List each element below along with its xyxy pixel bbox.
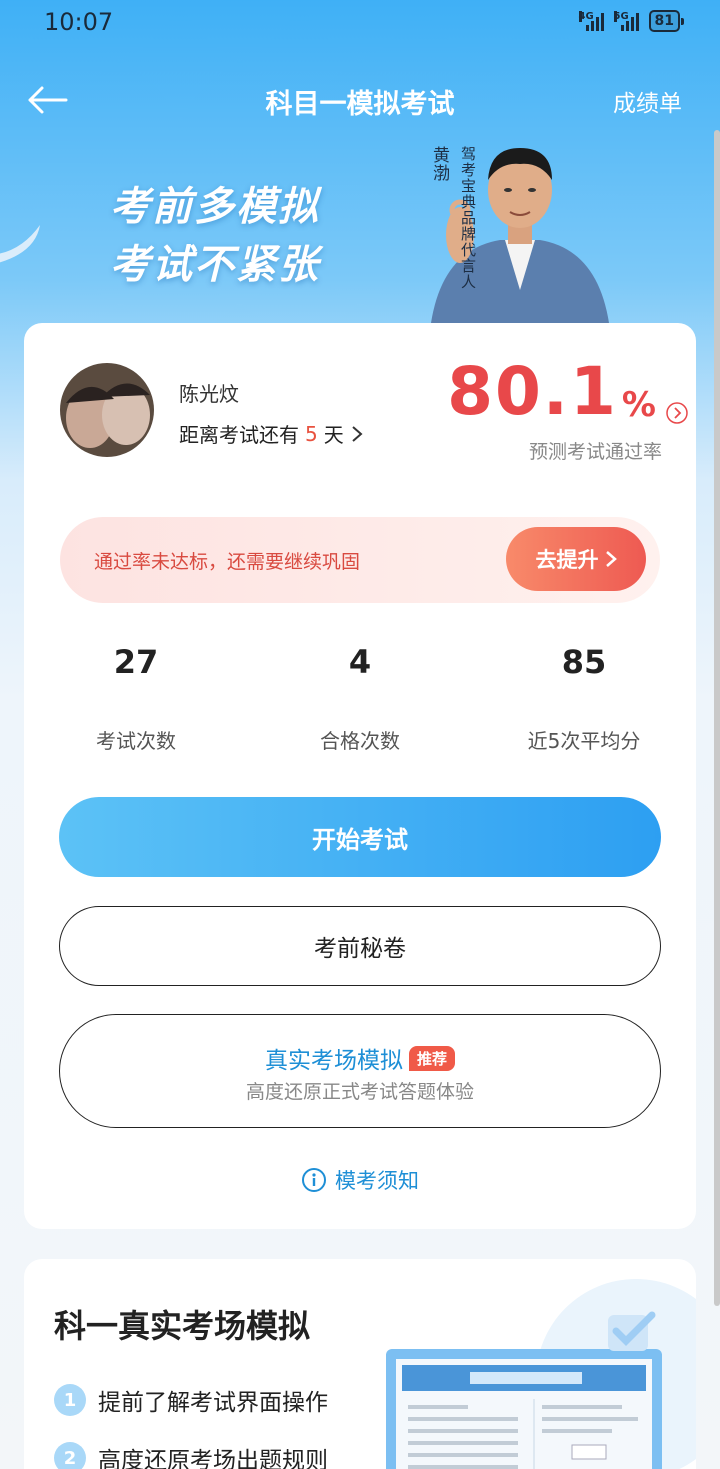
alert-text: 通过率未达标，还需要继续巩固	[94, 551, 361, 573]
exam-screen-illustration	[386, 1349, 662, 1469]
pass-rate[interactable]: 80.1 %	[447, 359, 656, 426]
real-exam-subtitle: 高度还原正式考试答题体验	[245, 1081, 474, 1103]
intro-item: 1 提前了解考试界面操作	[54, 1383, 328, 1417]
real-exam-intro-card: 科一真实考场模拟 1 提前了解考试界面操作 2 高度还原考场出题规则	[24, 1259, 696, 1469]
score-report-link[interactable]: 成绩单	[613, 84, 682, 118]
nav-bar: 科目一模拟考试 成绩单	[0, 70, 720, 130]
user-name: 陈光炆	[179, 382, 239, 406]
intro-item: 2 高度还原考场出题规则	[54, 1441, 328, 1469]
decoration-icon	[0, 225, 40, 263]
real-exam-simulation-button[interactable]: 真实考场模拟 推荐 高度还原正式考试答题体验	[59, 1014, 661, 1128]
back-button[interactable]	[26, 80, 70, 120]
stat-exam-count: 27 考试次数	[96, 643, 176, 753]
chevron-circle-icon[interactable]	[666, 402, 688, 424]
start-exam-button[interactable]: 开始考试	[59, 797, 661, 877]
pass-rate-label: 预测考试通过率	[528, 441, 662, 463]
signal-5g-icon: 5G	[613, 11, 639, 31]
page-title: 科目一模拟考试	[265, 89, 455, 120]
stat-pass-count: 4 合格次数	[320, 643, 400, 753]
exam-countdown[interactable]: 距离考试还有 5 天	[179, 419, 364, 448]
chevron-right-icon	[352, 425, 363, 442]
intro-title: 科一真实考场模拟	[54, 1307, 311, 1345]
endorser-label: 黄渤 驾考宝典品牌代言人	[429, 146, 477, 290]
pass-rate-alert: 通过率未达标，还需要继续巩固 去提升	[60, 517, 660, 603]
real-exam-title: 真实考场模拟	[264, 1048, 403, 1074]
scrollbar[interactable]	[714, 130, 720, 1306]
back-arrow-icon	[28, 86, 68, 114]
avatar[interactable]	[60, 363, 154, 457]
info-icon	[302, 1168, 326, 1192]
signal-4g-icon: 4G	[578, 11, 604, 31]
status-bar: 10:07 4G 5G 81	[0, 0, 720, 50]
exam-notice-link[interactable]: 模考须知	[24, 1165, 696, 1195]
stat-average-score: 85 近5次平均分	[527, 643, 641, 753]
status-icons: 4G 5G 81	[578, 10, 685, 32]
exam-card: 陈光炆 距离考试还有 5 天 80.1 % 预测考试通过率 通过率未达标，还需要…	[24, 323, 696, 1229]
recommend-badge: 推荐	[408, 1045, 455, 1071]
status-time: 10:07	[44, 8, 114, 36]
checkmark-icon	[608, 1311, 656, 1351]
stats-row: 27 考试次数 4 合格次数 85 近5次平均分	[24, 643, 696, 753]
secret-paper-button[interactable]: 考前秘卷	[59, 906, 661, 986]
hero-slogan: 考前多模拟 考试不紧张	[110, 184, 320, 288]
battery-icon: 81	[648, 10, 685, 32]
chevron-right-icon	[605, 551, 617, 567]
improve-button[interactable]: 去提升	[506, 527, 646, 591]
avatar-image	[60, 363, 154, 457]
